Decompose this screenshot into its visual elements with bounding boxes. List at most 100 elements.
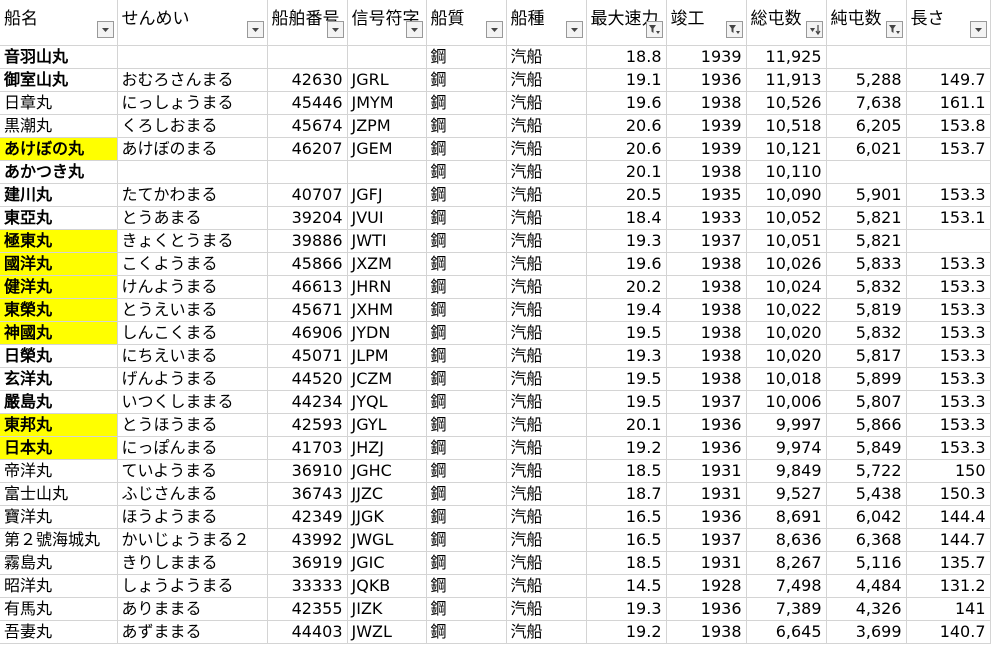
cell-ship-type[interactable]: 汽船 <box>506 252 587 276</box>
cell-kana-name[interactable]: しょうようまる <box>117 574 268 598</box>
cell-hull-material[interactable]: 鋼 <box>426 114 507 138</box>
cell-ship-name[interactable]: 第２號海城丸 <box>0 528 118 552</box>
filter-dropdown-icon[interactable] <box>96 21 114 38</box>
cell-ship-name[interactable]: あけぼの丸 <box>0 137 118 161</box>
cell-ship-type[interactable]: 汽船 <box>506 528 587 552</box>
cell-signal-code[interactable]: JWTI <box>347 229 427 253</box>
cell-ship-number[interactable]: 46906 <box>267 321 348 345</box>
cell-ship-number[interactable]: 39886 <box>267 229 348 253</box>
cell-kana-name[interactable] <box>117 160 268 184</box>
cell-ship-type[interactable]: 汽船 <box>506 68 587 92</box>
cell-signal-code[interactable]: JVUI <box>347 206 427 230</box>
cell-kana-name[interactable]: にちえいまる <box>117 344 268 368</box>
cell-net-tonnage[interactable]: 5,821 <box>826 206 907 230</box>
cell-max-speed[interactable]: 20.2 <box>586 275 667 299</box>
cell-net-tonnage[interactable]: 5,819 <box>826 298 907 322</box>
column-header-ship-name[interactable]: 船名 <box>0 0 118 46</box>
cell-kana-name[interactable]: こくようまる <box>117 252 268 276</box>
cell-length[interactable]: 150.3 <box>906 482 991 506</box>
cell-hull-material[interactable]: 鋼 <box>426 183 507 207</box>
cell-signal-code[interactable]: JJZC <box>347 482 427 506</box>
cell-ship-name[interactable]: 極東丸 <box>0 229 118 253</box>
cell-gross-tonnage[interactable]: 11,925 <box>746 45 827 69</box>
cell-net-tonnage[interactable]: 7,638 <box>826 91 907 115</box>
cell-net-tonnage[interactable]: 5,817 <box>826 344 907 368</box>
cell-ship-name[interactable]: 日本丸 <box>0 436 118 460</box>
cell-ship-number[interactable]: 45671 <box>267 298 348 322</box>
cell-kana-name[interactable]: とうあまる <box>117 206 268 230</box>
cell-gross-tonnage[interactable]: 10,020 <box>746 344 827 368</box>
cell-net-tonnage[interactable]: 6,042 <box>826 505 907 529</box>
cell-gross-tonnage[interactable]: 8,691 <box>746 505 827 529</box>
cell-completion-year[interactable]: 1938 <box>666 367 747 391</box>
cell-net-tonnage[interactable]: 5,866 <box>826 413 907 437</box>
filter-dropdown-icon[interactable] <box>405 21 423 38</box>
cell-kana-name[interactable]: けんようまる <box>117 275 268 299</box>
cell-length[interactable]: 153.3 <box>906 321 991 345</box>
filter-active-icon[interactable] <box>645 21 663 38</box>
cell-ship-type[interactable]: 汽船 <box>506 620 587 644</box>
cell-kana-name[interactable]: ふじさんまる <box>117 482 268 506</box>
cell-ship-type[interactable]: 汽船 <box>506 91 587 115</box>
cell-length[interactable]: 161.1 <box>906 91 991 115</box>
filter-active-icon[interactable] <box>885 21 903 38</box>
cell-hull-material[interactable]: 鋼 <box>426 68 507 92</box>
cell-completion-year[interactable]: 1928 <box>666 574 747 598</box>
cell-ship-name[interactable]: 日榮丸 <box>0 344 118 368</box>
cell-max-speed[interactable]: 19.6 <box>586 91 667 115</box>
column-header-net-tonnage[interactable]: 純屯数 <box>826 0 907 46</box>
cell-ship-name[interactable]: 黒潮丸 <box>0 114 118 138</box>
cell-net-tonnage[interactable]: 5,899 <box>826 367 907 391</box>
filter-dropdown-icon[interactable] <box>969 21 987 38</box>
cell-completion-year[interactable]: 1935 <box>666 183 747 207</box>
cell-ship-number[interactable]: 41703 <box>267 436 348 460</box>
cell-net-tonnage[interactable]: 3,699 <box>826 620 907 644</box>
cell-signal-code[interactable]: JGEM <box>347 137 427 161</box>
sort-descending-icon[interactable] <box>805 21 823 38</box>
cell-completion-year[interactable]: 1938 <box>666 321 747 345</box>
cell-ship-name[interactable]: 神國丸 <box>0 321 118 345</box>
cell-completion-year[interactable]: 1939 <box>666 137 747 161</box>
cell-signal-code[interactable]: JQKB <box>347 574 427 598</box>
cell-kana-name[interactable] <box>117 45 268 69</box>
cell-kana-name[interactable]: きりしままる <box>117 551 268 575</box>
cell-completion-year[interactable]: 1938 <box>666 620 747 644</box>
cell-ship-number[interactable]: 42630 <box>267 68 348 92</box>
cell-net-tonnage[interactable]: 5,821 <box>826 229 907 253</box>
cell-ship-type[interactable]: 汽船 <box>506 505 587 529</box>
cell-completion-year[interactable]: 1936 <box>666 597 747 621</box>
cell-ship-name[interactable]: あかつき丸 <box>0 160 118 184</box>
cell-ship-number[interactable]: 46207 <box>267 137 348 161</box>
cell-ship-number[interactable]: 36910 <box>267 459 348 483</box>
column-header-signal-code[interactable]: 信号符字 <box>347 0 427 46</box>
cell-hull-material[interactable]: 鋼 <box>426 160 507 184</box>
cell-max-speed[interactable]: 20.6 <box>586 137 667 161</box>
cell-completion-year[interactable]: 1937 <box>666 528 747 552</box>
cell-signal-code[interactable]: JXHM <box>347 298 427 322</box>
cell-signal-code[interactable]: JCZM <box>347 367 427 391</box>
cell-length[interactable]: 153.3 <box>906 436 991 460</box>
cell-signal-code[interactable]: JHZJ <box>347 436 427 460</box>
cell-max-speed[interactable]: 18.8 <box>586 45 667 69</box>
cell-signal-code[interactable]: JWZL <box>347 620 427 644</box>
cell-max-speed[interactable]: 20.5 <box>586 183 667 207</box>
cell-length[interactable]: 135.7 <box>906 551 991 575</box>
cell-ship-name[interactable]: 昭洋丸 <box>0 574 118 598</box>
cell-completion-year[interactable]: 1939 <box>666 45 747 69</box>
cell-signal-code[interactable] <box>347 45 427 69</box>
filter-dropdown-icon[interactable] <box>485 21 503 38</box>
filter-active-icon[interactable] <box>725 21 743 38</box>
cell-net-tonnage[interactable]: 5,116 <box>826 551 907 575</box>
cell-length[interactable]: 140.7 <box>906 620 991 644</box>
cell-ship-number[interactable]: 45071 <box>267 344 348 368</box>
cell-max-speed[interactable]: 16.5 <box>586 505 667 529</box>
cell-length[interactable]: 153.3 <box>906 390 991 414</box>
cell-hull-material[interactable]: 鋼 <box>426 390 507 414</box>
cell-kana-name[interactable]: にっしょうまる <box>117 91 268 115</box>
cell-ship-name[interactable]: 玄洋丸 <box>0 367 118 391</box>
cell-completion-year[interactable]: 1937 <box>666 390 747 414</box>
cell-hull-material[interactable]: 鋼 <box>426 482 507 506</box>
cell-net-tonnage[interactable]: 5,288 <box>826 68 907 92</box>
cell-ship-type[interactable]: 汽船 <box>506 114 587 138</box>
cell-ship-number[interactable]: 46613 <box>267 275 348 299</box>
